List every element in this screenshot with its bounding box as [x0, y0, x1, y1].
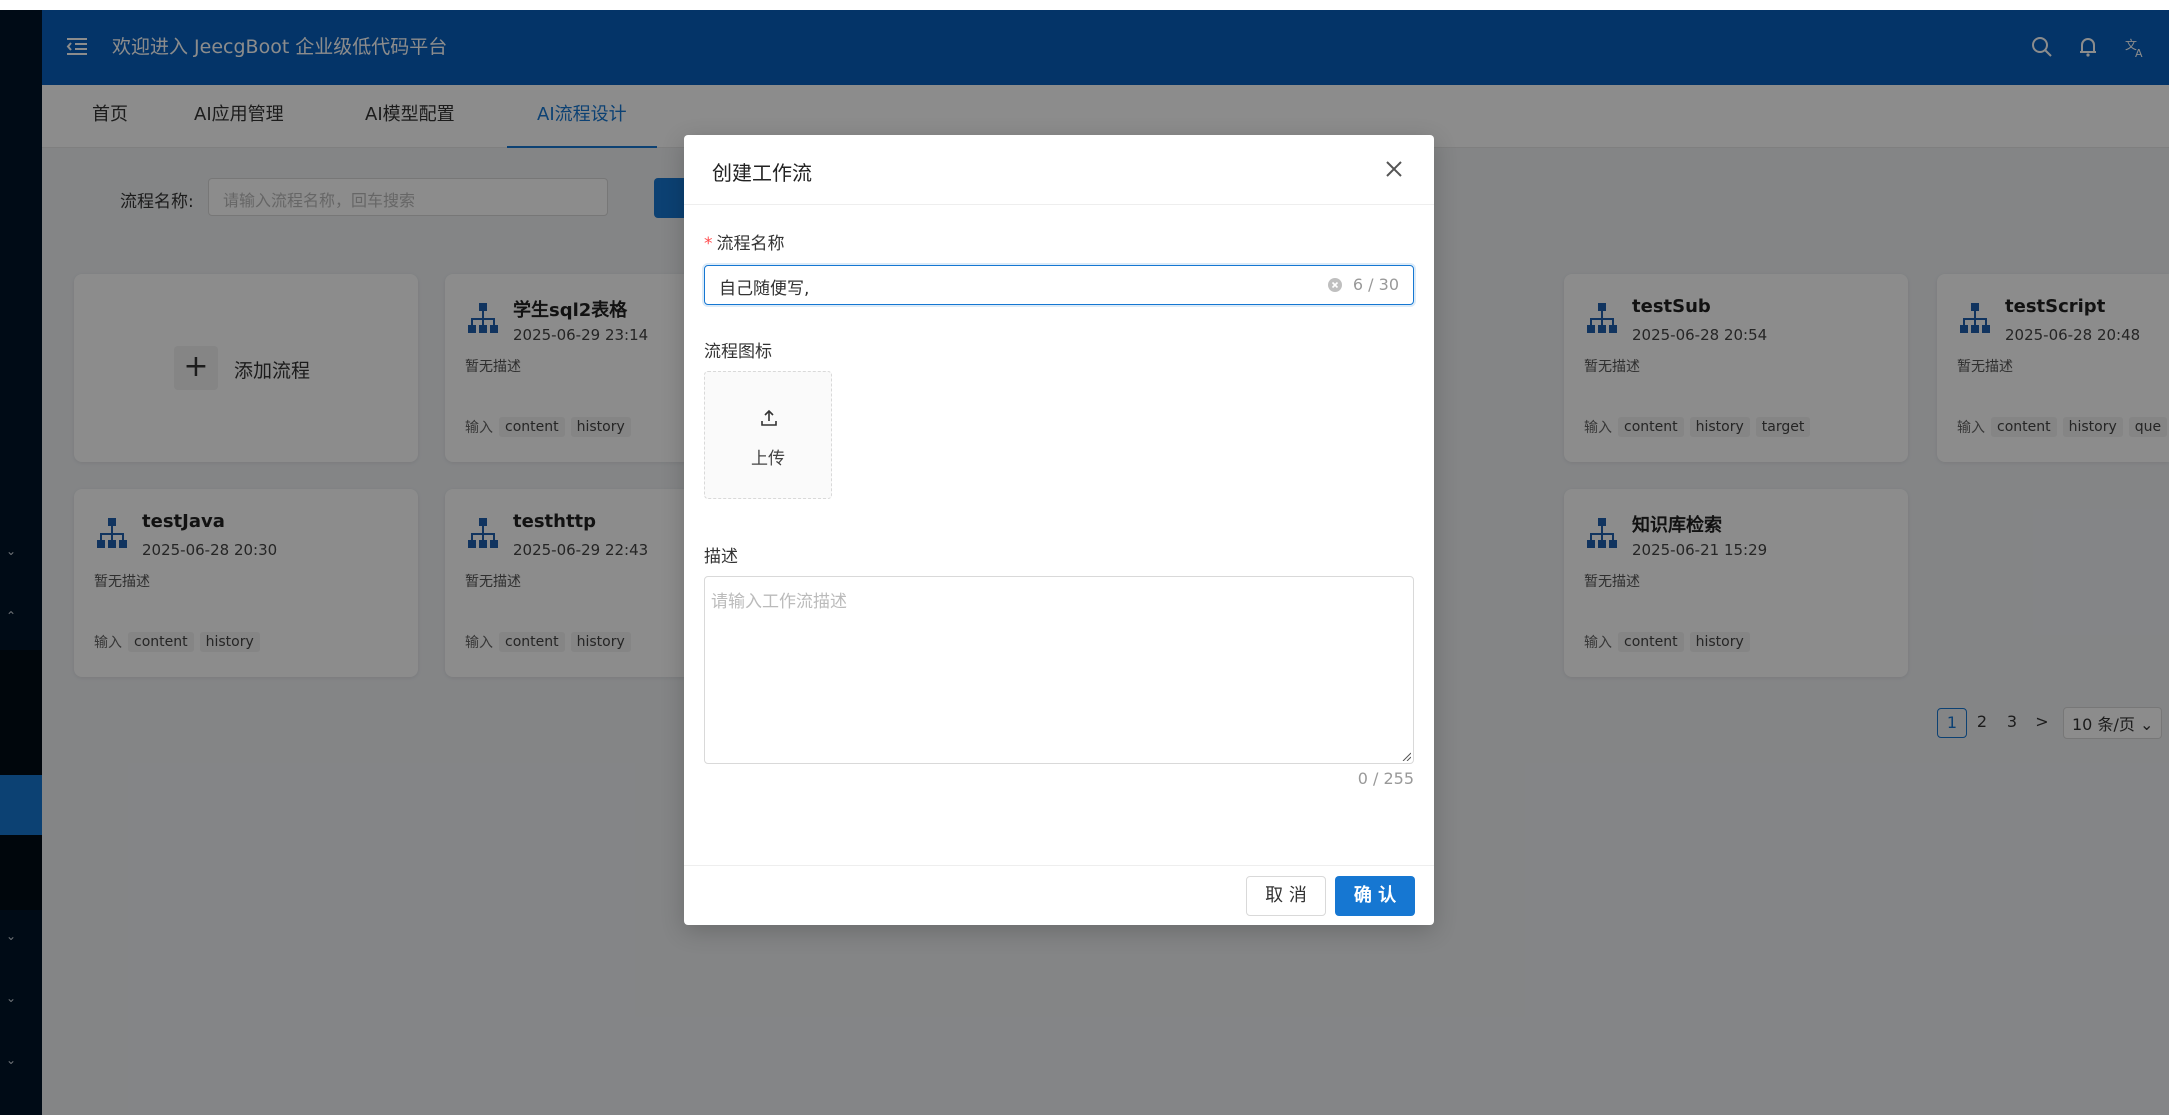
upload-label: 上传: [751, 449, 785, 469]
create-workflow-dialog: 创建工作流 * 流程名称 自己随便写, 6 / 30 流程图标 上传 描述 请输入…: [684, 135, 1434, 925]
cancel-button[interactable]: 取 消: [1246, 876, 1326, 916]
icon-upload-box[interactable]: 上传: [704, 371, 832, 499]
close-icon[interactable]: [1382, 157, 1406, 181]
dialog-header: 创建工作流: [684, 135, 1434, 205]
flow-name-label-text: 流程名称: [716, 234, 785, 254]
upload-icon: [761, 409, 777, 426]
description-label: 描述: [704, 547, 738, 567]
resize-handle-icon[interactable]: [1401, 751, 1411, 761]
confirm-button[interactable]: 确 认: [1335, 876, 1415, 916]
window-top-strip: [0, 0, 2169, 10]
flow-icon-label: 流程图标: [704, 342, 772, 362]
flow-name-input[interactable]: 自己随便写, 6 / 30: [704, 265, 1414, 305]
description-textarea[interactable]: 请输入工作流描述: [704, 576, 1414, 764]
description-counter: 0 / 255: [1357, 769, 1414, 788]
flow-name-counter: 6 / 30: [1352, 275, 1399, 294]
clear-icon[interactable]: [1327, 277, 1343, 293]
dialog-footer: 取 消 确 认: [684, 865, 1434, 925]
dialog-title: 创建工作流: [712, 161, 812, 185]
flow-name-label: * 流程名称: [704, 229, 785, 254]
required-mark: *: [704, 234, 713, 254]
flow-name-value: 自己随便写,: [719, 279, 810, 299]
description-placeholder: 请输入工作流描述: [711, 592, 847, 612]
